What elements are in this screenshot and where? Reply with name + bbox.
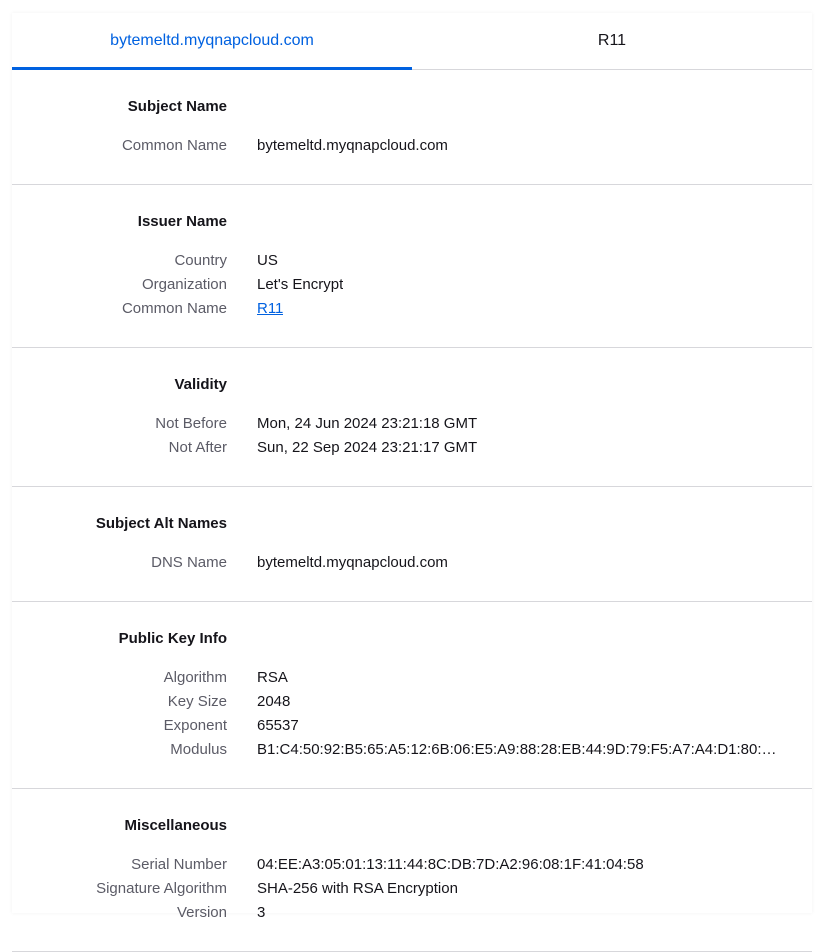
section-title: Subject Alt Names	[95, 515, 227, 532]
field-label: Exponent	[163, 717, 227, 734]
tab-label: bytemeltd.myqnapcloud.com	[110, 32, 314, 49]
subject-name-section: Subject Name Common Name bytemeltd.myqna…	[12, 70, 812, 185]
field-label: Algorithm	[163, 669, 227, 686]
field-value: R11	[227, 297, 283, 321]
field-value[interactable]: bytemeltd.myqnapcloud.com	[227, 134, 448, 158]
section-title-row: Subject Name	[12, 97, 812, 117]
info-row: Modulus B1:C4:50:92:B5:65:A5:12:6B:06:E5…	[12, 738, 812, 762]
info-row: Not Before Mon, 24 Jun 2024 23:21:18 GMT	[12, 412, 812, 436]
field-label: Country	[174, 252, 227, 269]
info-row: Algorithm RSA	[12, 666, 812, 690]
field-value[interactable]: RSA	[227, 666, 288, 690]
section-title: Issuer Name	[137, 213, 227, 230]
section-title: Subject Name	[127, 98, 227, 115]
field-value[interactable]: 2048	[227, 690, 290, 714]
field-label: Key Size	[167, 693, 227, 710]
tab-r11[interactable]: R11	[412, 13, 812, 69]
miscellaneous-section: Miscellaneous Serial Number 04:EE:A3:05:…	[12, 789, 812, 952]
issuer-name-section: Issuer Name Country US Organization Let'…	[12, 185, 812, 348]
field-value[interactable]: 65537	[227, 714, 299, 738]
field-value[interactable]: B1:C4:50:92:B5:65:A5:12:6B:06:E5:A9:88:2…	[227, 738, 782, 762]
validity-section: Validity Not Before Mon, 24 Jun 2024 23:…	[12, 348, 812, 487]
field-label: Serial Number	[131, 856, 227, 873]
field-value[interactable]: SHA-256 with RSA Encryption	[227, 877, 458, 901]
field-value[interactable]: Sun, 22 Sep 2024 23:21:17 GMT	[227, 436, 477, 460]
section-title-row: Issuer Name	[12, 212, 812, 232]
field-label: Signature Algorithm	[96, 880, 227, 897]
tab-bytemeltd[interactable]: bytemeltd.myqnapcloud.com	[12, 13, 412, 70]
section-title: Miscellaneous	[124, 817, 227, 834]
certificate-tabs: bytemeltd.myqnapcloud.com R11	[12, 13, 812, 70]
tab-label: R11	[597, 32, 627, 49]
field-label: DNS Name	[151, 554, 227, 571]
field-value[interactable]: US	[227, 249, 278, 273]
info-row: DNS Name bytemeltd.myqnapcloud.com	[12, 551, 812, 575]
info-row: Common Name R11	[12, 297, 812, 321]
certificate-viewer: bytemeltd.myqnapcloud.com R11 Subject Na…	[12, 13, 812, 952]
section-title-row: Public Key Info	[12, 629, 812, 649]
info-row: Serial Number 04:EE:A3:05:01:13:11:44:8C…	[12, 853, 812, 877]
field-value[interactable]: Let's Encrypt	[227, 273, 343, 297]
section-title: Validity	[174, 376, 227, 393]
field-value[interactable]: Mon, 24 Jun 2024 23:21:18 GMT	[227, 412, 477, 436]
issuer-link[interactable]: R11	[257, 300, 283, 317]
field-value[interactable]: 3	[227, 901, 265, 925]
info-row: Common Name bytemeltd.myqnapcloud.com	[12, 134, 812, 158]
field-label: Modulus	[170, 741, 227, 758]
field-value[interactable]: 04:EE:A3:05:01:13:11:44:8C:DB:7D:A2:96:0…	[227, 853, 644, 877]
section-title: Public Key Info	[118, 630, 227, 647]
field-label: Version	[176, 904, 227, 921]
info-row: Country US	[12, 249, 812, 273]
field-label: Not After	[168, 439, 227, 456]
info-row: Not After Sun, 22 Sep 2024 23:21:17 GMT	[12, 436, 812, 460]
info-row: Key Size 2048	[12, 690, 812, 714]
field-label: Common Name	[121, 300, 227, 317]
field-label: Common Name	[121, 137, 227, 154]
info-row: Exponent 65537	[12, 714, 812, 738]
field-label: Organization	[141, 276, 227, 293]
subject-alt-names-section: Subject Alt Names DNS Name bytemeltd.myq…	[12, 487, 812, 602]
section-title-row: Validity	[12, 375, 812, 395]
info-row: Organization Let's Encrypt	[12, 273, 812, 297]
field-label: Not Before	[155, 415, 227, 432]
info-row: Signature Algorithm SHA-256 with RSA Enc…	[12, 877, 812, 901]
section-title-row: Miscellaneous	[12, 816, 812, 836]
public-key-info-section: Public Key Info Algorithm RSA Key Size 2…	[12, 602, 812, 789]
field-value[interactable]: bytemeltd.myqnapcloud.com	[227, 551, 448, 575]
section-title-row: Subject Alt Names	[12, 514, 812, 534]
info-row: Version 3	[12, 901, 812, 925]
